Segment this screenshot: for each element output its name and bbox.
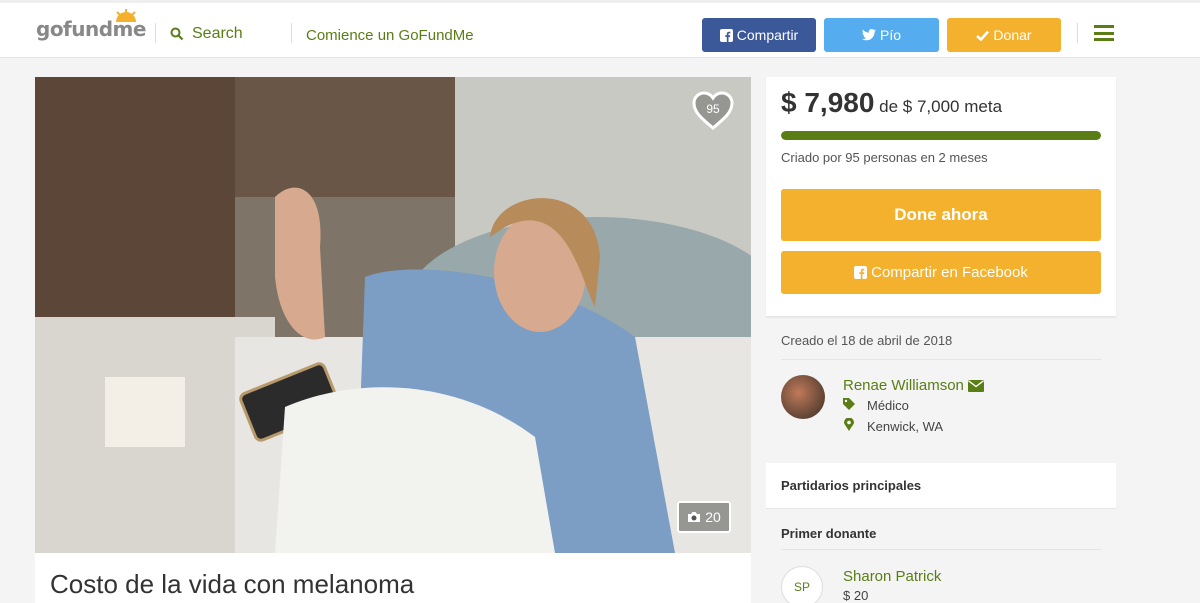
tag-icon [843, 398, 855, 413]
organizer-location-text: Kenwick, WA [867, 418, 944, 434]
organizer-location: Kenwick, WA [843, 417, 944, 434]
funding-card: $ 7,980 de $ 7,000 meta Criado por 95 pe… [766, 77, 1116, 317]
organizer-category: Médico [843, 398, 909, 413]
share-on-facebook-label: Compartir en Facebook [871, 264, 1028, 281]
header-divider [291, 23, 292, 43]
first-donor-heading: Primer donante [781, 526, 877, 541]
organizer-avatar[interactable] [781, 375, 825, 419]
search-button[interactable]: Search [170, 25, 243, 43]
amount-raised: $ 7,980 de $ 7,000 meta [781, 87, 1002, 119]
search-label: Search [192, 25, 243, 42]
photo-count: 20 [705, 509, 721, 525]
hamburger-menu-icon[interactable] [1094, 25, 1114, 41]
twitter-icon [861, 29, 876, 41]
checkmark-icon [976, 30, 990, 41]
organizer-name: Renae Williamson [843, 377, 964, 394]
campaign-title-area: Costo de la vida con melanoma [35, 553, 751, 603]
search-icon [170, 27, 184, 41]
camera-icon [688, 512, 701, 522]
share-facebook-button[interactable]: Compartir [702, 18, 816, 52]
section-divider [781, 359, 1101, 360]
facebook-icon [854, 266, 868, 279]
header-divider [155, 23, 156, 43]
campaign-title: Costo de la vida con melanoma [50, 569, 415, 599]
donor-count-text: Criado por 95 personas en 2 meses [781, 150, 988, 165]
sun-logo-icon [116, 9, 136, 22]
goal-text: de $ 7,000 meta [879, 97, 1003, 116]
campaign-photo[interactable]: 95 20 [35, 77, 751, 553]
donate-button[interactable]: Donar [947, 18, 1061, 52]
top-nav-bar: gofundme Search Comience un GoFundMe Com… [0, 0, 1200, 58]
header-divider [1077, 23, 1078, 43]
donate-now-button[interactable]: Done ahora [781, 189, 1101, 241]
photo-gallery-button[interactable]: 20 [677, 501, 731, 533]
facebook-icon [719, 28, 733, 42]
raised-amount: $ 7,980 [781, 87, 875, 118]
tweet-label: Pío [879, 27, 901, 43]
donor-avatar: SP [781, 566, 823, 603]
top-supporters-label: Partidarios principales [781, 478, 922, 493]
organizer-category-text: Médico [867, 398, 909, 413]
progress-fill [781, 131, 1101, 140]
gofundme-logo[interactable]: gofundme [36, 9, 146, 41]
created-date: Creado el 18 de abril de 2018 [781, 333, 953, 348]
donor-amount: $ 20 [843, 588, 869, 603]
top-supporters-tab[interactable]: Partidarios principales [766, 463, 1116, 509]
donate-label: Donar [993, 27, 1032, 43]
organizer-name-link[interactable]: Renae Williamson [843, 377, 984, 394]
share-on-facebook-button[interactable]: Compartir en Facebook [781, 251, 1101, 294]
tweet-button[interactable]: Pío [824, 18, 939, 52]
start-gofundme-link[interactable]: Comience un GoFundMe [306, 27, 474, 44]
section-divider [781, 549, 1101, 550]
campaign-photo-image [35, 77, 751, 553]
donor-name: Sharon Patrick [843, 568, 942, 585]
envelope-icon[interactable] [967, 379, 984, 392]
heart-count: 95 [706, 102, 720, 116]
progress-bar [781, 131, 1101, 140]
share-facebook-label: Compartir [736, 27, 799, 43]
map-marker-icon [843, 417, 855, 434]
